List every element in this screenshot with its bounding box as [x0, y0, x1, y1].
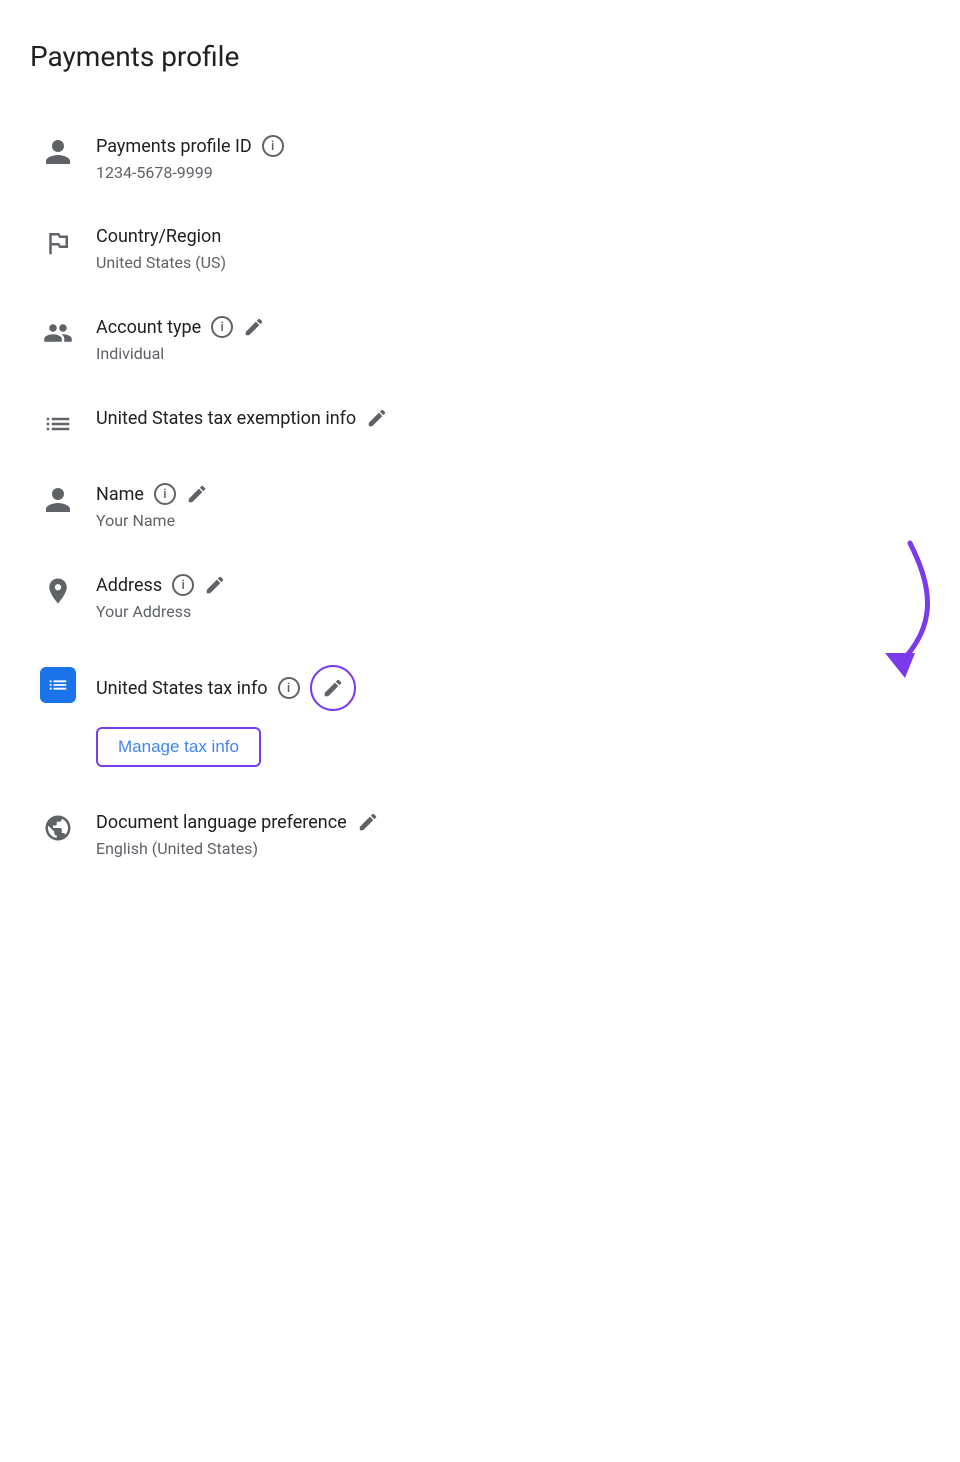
- doc-language-label: Document language preference: [96, 812, 347, 833]
- tax-info-info-icon[interactable]: i: [278, 677, 300, 699]
- name-person-icon: [30, 485, 86, 515]
- name-content: Name i Your Name: [86, 483, 930, 530]
- doc-language-value: English (United States): [96, 839, 930, 858]
- location-icon: [30, 576, 86, 606]
- doc-language-edit-icon[interactable]: [357, 811, 379, 833]
- account-icon: [30, 318, 86, 348]
- address-info-icon[interactable]: i: [172, 574, 194, 596]
- account-type-item: Account type i Individual: [30, 294, 930, 385]
- country-label: Country/Region: [96, 226, 221, 247]
- page-title: Payments profile: [30, 40, 930, 73]
- address-value: Your Address: [96, 602, 930, 621]
- account-type-content: Account type i Individual: [86, 316, 930, 363]
- country-content: Country/Region United States (US): [86, 226, 930, 272]
- profile-id-item: Payments profile ID i 1234-5678-9999: [30, 113, 930, 204]
- profile-id-content: Payments profile ID i 1234-5678-9999: [86, 135, 930, 182]
- account-type-edit-icon[interactable]: [243, 316, 265, 338]
- doc-language-item: Document language preference English (Un…: [30, 789, 930, 880]
- tax-exemption-item: United States tax exemption info: [30, 385, 930, 461]
- doc-language-content: Document language preference English (Un…: [86, 811, 930, 858]
- name-label: Name: [96, 484, 144, 505]
- manage-tax-info-button[interactable]: Manage tax info: [96, 727, 261, 767]
- name-value: Your Name: [96, 511, 930, 530]
- person-icon: [30, 137, 86, 167]
- name-edit-icon[interactable]: [186, 483, 208, 505]
- address-content: Address i Your Address: [86, 574, 930, 621]
- country-value: United States (US): [96, 253, 930, 272]
- globe-icon: [30, 813, 86, 843]
- list-icon: [30, 409, 86, 439]
- flag-icon: [30, 228, 86, 258]
- address-item: Address i Your Address: [30, 552, 930, 643]
- name-info-icon[interactable]: i: [154, 483, 176, 505]
- tax-exemption-edit-icon[interactable]: [366, 407, 388, 429]
- tax-info-label: United States tax info: [96, 678, 268, 699]
- account-type-label: Account type: [96, 317, 201, 338]
- profile-items-list: Payments profile ID i 1234-5678-9999 Cou…: [30, 113, 930, 880]
- tax-exemption-content: United States tax exemption info: [86, 407, 930, 435]
- profile-id-info-icon[interactable]: i: [262, 135, 284, 157]
- profile-id-value: 1234-5678-9999: [96, 163, 930, 182]
- tax-info-content: United States tax info i Manage tax info: [86, 665, 930, 767]
- account-type-value: Individual: [96, 344, 930, 363]
- profile-id-label: Payments profile ID: [96, 136, 252, 157]
- tax-info-item: United States tax info i Manage tax info: [30, 643, 930, 789]
- tax-info-list-icon: [30, 667, 86, 703]
- country-item: Country/Region United States (US): [30, 204, 930, 294]
- tax-info-circled-edit-button[interactable]: [310, 665, 356, 711]
- address-edit-icon[interactable]: [204, 574, 226, 596]
- tax-exemption-label: United States tax exemption info: [96, 408, 356, 429]
- account-type-info-icon[interactable]: i: [211, 316, 233, 338]
- name-item: Name i Your Name: [30, 461, 930, 552]
- address-label: Address: [96, 575, 162, 596]
- blue-list-icon-bg: [40, 667, 76, 703]
